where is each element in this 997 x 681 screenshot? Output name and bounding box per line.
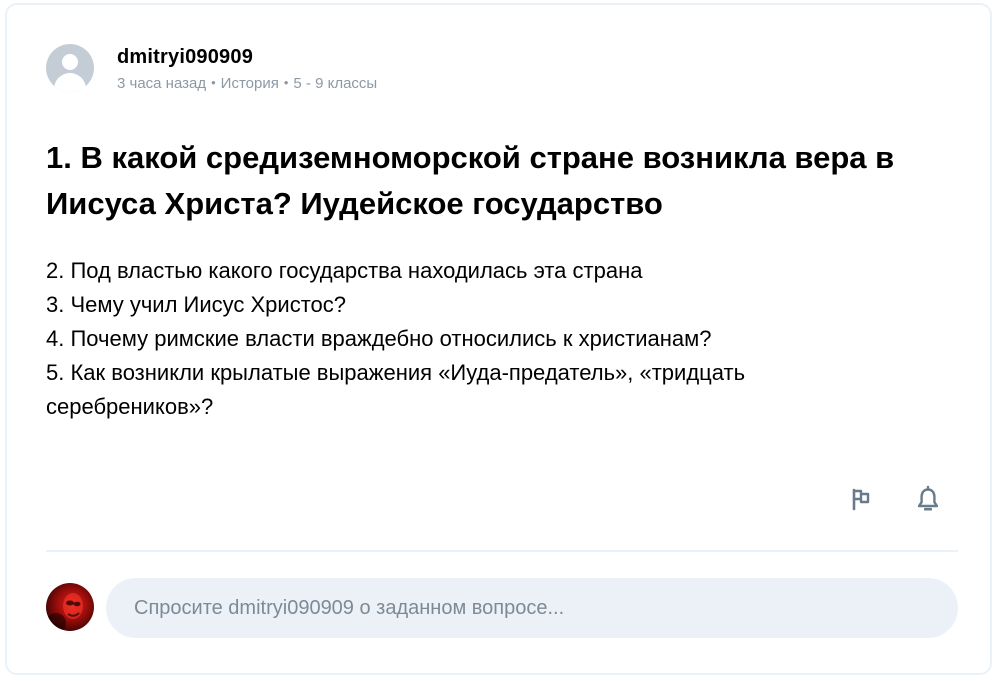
meta-separator: • <box>283 75 289 90</box>
bell-icon <box>917 485 939 511</box>
grade-label: 5 - 9 классы <box>293 75 378 92</box>
question-line: 2. Под властью какого государства находи… <box>46 258 643 283</box>
ask-author-input[interactable] <box>106 578 958 638</box>
avatar-body-shape <box>54 73 86 92</box>
current-user-avatar[interactable] <box>46 583 94 631</box>
follow-button[interactable] <box>911 482 945 516</box>
report-button[interactable] <box>844 482 878 516</box>
subject-link[interactable]: История <box>221 75 279 92</box>
question-meta: 3 часа назад • История • 5 - 9 классы <box>117 75 377 93</box>
question-card: dmitryi090909 3 часа назад • История • 5 - 9… <box>5 3 992 675</box>
question-line: 3. Чему учил Иисус Христос? <box>46 292 347 317</box>
posted-time: 3 часа назад <box>117 75 207 92</box>
author-avatar[interactable] <box>46 44 94 92</box>
author-username[interactable]: dmitryi090909 <box>117 46 253 68</box>
avatar-head-shape <box>62 54 78 70</box>
question-title: 1. В какой средиземноморской стране возн… <box>46 140 895 221</box>
question-body: 2. Под властью какого государства находи… <box>46 254 966 424</box>
flag-icon <box>852 488 870 511</box>
question-line: серебреников»? <box>46 394 214 419</box>
divider <box>46 550 958 552</box>
question-line: 5. Как возникли крылатые выражения «Иуда… <box>46 360 746 385</box>
avatar-image <box>46 593 83 631</box>
question-line: 4. Почему римские власти враждебно относ… <box>46 326 712 351</box>
meta-separator: • <box>211 75 216 90</box>
